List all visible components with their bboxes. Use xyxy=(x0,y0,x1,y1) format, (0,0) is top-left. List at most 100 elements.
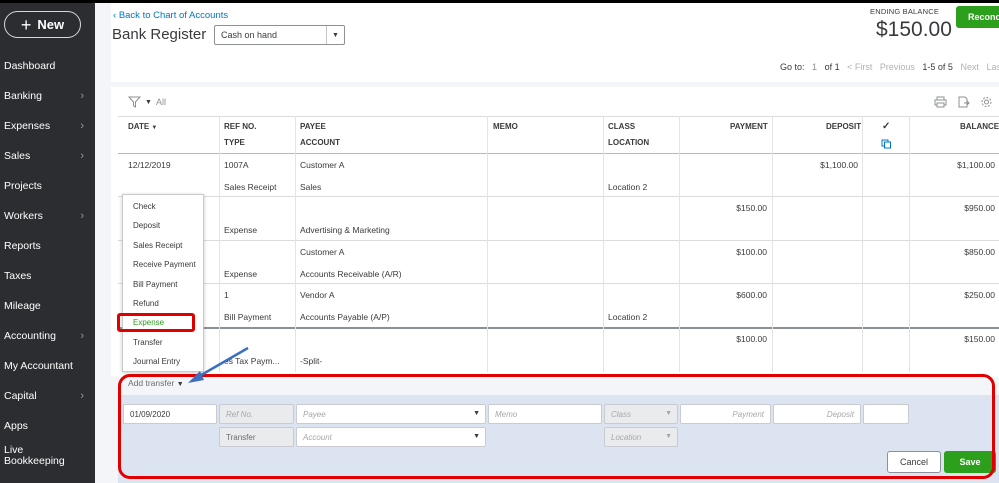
chevron-right-icon: › xyxy=(80,390,84,402)
back-to-chart-of-accounts-link[interactable]: ‹ Back to Chart of Accounts xyxy=(113,10,228,21)
column-header-location: LOCATION xyxy=(608,138,650,147)
sidebar-item-banking[interactable]: Banking › xyxy=(4,88,92,104)
row-ref-no: 1007A xyxy=(224,160,249,170)
chevron-right-icon: › xyxy=(80,150,84,162)
ending-balance-value: $150.00 xyxy=(876,18,952,41)
row-payee: Customer A xyxy=(300,160,345,170)
top-border xyxy=(0,0,999,3)
sidebar-item-reports[interactable]: Reports xyxy=(4,238,92,254)
row-type: Expense xyxy=(224,269,258,279)
last-page-link[interactable]: Last > xyxy=(986,62,999,72)
menu-item-refund[interactable]: Refund xyxy=(133,299,159,308)
chevron-right-icon: › xyxy=(80,120,84,132)
gear-icon[interactable] xyxy=(980,96,993,108)
first-page-link[interactable]: < First xyxy=(847,62,872,72)
sidebar-item-apps[interactable]: Apps xyxy=(4,418,92,434)
row-location: Location 2 xyxy=(608,182,648,192)
previous-page-link[interactable]: Previous xyxy=(880,62,915,72)
row-balance: $250.00 xyxy=(964,290,995,300)
chevron-right-icon: › xyxy=(80,210,84,222)
column-header-payee: PAYEE xyxy=(300,122,326,131)
row-account: Accounts Payable (A/P) xyxy=(300,312,390,322)
sidebar-item-label: Live Bookkeeping xyxy=(4,444,65,467)
row-account: -Split- xyxy=(300,356,323,366)
sidebar-item-projects[interactable]: Projects xyxy=(4,178,92,194)
page-range: 1-5 of 5 xyxy=(922,62,953,72)
row-balance: $150.00 xyxy=(964,334,995,344)
new-button[interactable]: + New xyxy=(4,11,81,38)
sidebar-item-label: Dashboard xyxy=(4,60,56,72)
row-balance: $950.00 xyxy=(964,203,995,213)
sidebar-item-label: Accounting xyxy=(4,330,56,342)
sidebar-item-live-bookkeeping[interactable]: Live Bookkeeping xyxy=(4,444,92,468)
goto-page-input[interactable]: 1 xyxy=(812,62,817,72)
sidebar-item-my-accountant[interactable]: My Accountant xyxy=(4,358,92,374)
row-divider xyxy=(118,196,999,197)
export-icon[interactable] xyxy=(957,96,970,108)
menu-item-check[interactable]: Check xyxy=(133,202,156,211)
sidebar-item-sales[interactable]: Sales › xyxy=(4,148,92,164)
column-divider xyxy=(909,116,910,372)
menu-item-receive-payment[interactable]: Receive Payment xyxy=(133,260,196,269)
row-account: Accounts Receivable (A/R) xyxy=(300,269,402,279)
header-divider xyxy=(118,153,999,154)
sidebar-item-accounting[interactable]: Accounting › xyxy=(4,328,92,344)
row-payee: Customer A xyxy=(300,247,345,257)
column-header-class: CLASS xyxy=(608,122,636,131)
expense-highlight-box xyxy=(117,313,195,332)
sidebar-item-taxes[interactable]: Taxes xyxy=(4,268,92,284)
sidebar-item-dashboard[interactable]: Dashboard xyxy=(4,58,92,74)
table-top-divider xyxy=(118,116,999,117)
row-payment: $100.00 xyxy=(736,247,767,257)
copy-icon[interactable] xyxy=(881,139,892,149)
column-divider xyxy=(487,116,488,372)
table-tools xyxy=(934,96,993,108)
sidebar-item-label: Workers xyxy=(4,210,43,222)
next-page-link[interactable]: Next xyxy=(960,62,979,72)
column-divider xyxy=(772,116,773,372)
sidebar-item-workers[interactable]: Workers › xyxy=(4,208,92,224)
pager: Go to: 1 of 1 < First Previous 1-5 of 5 … xyxy=(780,62,999,72)
menu-item-deposit[interactable]: Deposit xyxy=(133,221,160,230)
sidebar-item-mileage[interactable]: Mileage xyxy=(4,298,92,314)
sidebar-item-label: Mileage xyxy=(4,300,41,312)
sidebar-item-capital[interactable]: Capital › xyxy=(4,388,92,404)
reconcile-button[interactable]: Reconc xyxy=(956,6,999,28)
sidebar-item-label: Banking xyxy=(4,90,42,102)
column-header-type: TYPE xyxy=(224,138,245,147)
chevron-right-icon: › xyxy=(80,330,84,342)
form-highlight-box xyxy=(118,374,995,479)
sidebar-item-label: Capital xyxy=(4,390,37,402)
menu-item-journal-entry[interactable]: Journal Entry xyxy=(133,357,180,366)
menu-item-sales-receipt[interactable]: Sales Receipt xyxy=(133,241,182,250)
column-divider xyxy=(219,116,220,372)
row-type: Bill Payment xyxy=(224,312,272,322)
back-link-label: Back to Chart of Accounts xyxy=(118,10,229,21)
caret-down-icon: ▼ xyxy=(145,98,152,106)
annotation-arrow-icon xyxy=(188,346,249,383)
row-divider xyxy=(118,240,999,241)
sidebar: + New Dashboard Banking › Expenses › Sales › Pr… xyxy=(0,3,95,483)
row-account: Advertising & Marketing xyxy=(300,225,390,235)
menu-item-bill-payment[interactable]: Bill Payment xyxy=(133,280,177,289)
column-header-deposit: DEPOSIT xyxy=(826,122,862,131)
sidebar-item-expenses[interactable]: Expenses › xyxy=(4,118,92,134)
sidebar-item-label: Apps xyxy=(4,420,28,432)
print-icon[interactable] xyxy=(934,96,947,108)
column-header-ref-no: REF NO. xyxy=(224,122,257,131)
new-button-label: New xyxy=(37,17,65,32)
menu-item-transfer[interactable]: Transfer xyxy=(133,338,163,347)
row-divider xyxy=(118,283,999,284)
row-balance: $1,100.00 xyxy=(957,160,995,170)
column-header-date[interactable]: DATE ▼ xyxy=(128,122,157,131)
page-count: of 1 xyxy=(824,62,840,72)
column-header-memo: MEMO xyxy=(493,122,518,131)
filter-label: All xyxy=(155,97,166,107)
sidebar-item-label: Reports xyxy=(4,240,41,252)
goto-label: Go to: xyxy=(780,62,805,72)
filter-control[interactable]: ▼ All xyxy=(128,96,166,108)
funnel-icon xyxy=(128,96,141,108)
column-header-account: ACCOUNT xyxy=(300,138,340,147)
account-select[interactable]: Cash on hand ▼ xyxy=(214,25,345,45)
page-title: Bank Register xyxy=(112,26,207,43)
